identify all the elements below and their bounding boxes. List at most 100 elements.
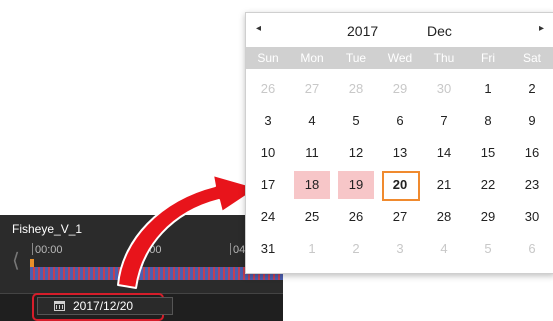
calendar-day-number: 2 [352, 241, 360, 256]
calendar-day[interactable]: 23 [510, 171, 553, 199]
chevron-left-icon[interactable]: ◂ [256, 23, 261, 34]
calendar-week-row: 31 1 2 3 4 5 6 [246, 233, 553, 265]
calendar-week-row: 17 18 19 20 21 22 23 [246, 169, 553, 201]
calendar-day[interactable]: 30 [422, 75, 466, 103]
calendar-day-recorded[interactable]: 18 [290, 171, 334, 199]
calendar-day[interactable]: 28 [334, 75, 378, 103]
calendar-header: ◂ 2017 Dec ▸ [246, 13, 553, 47]
calendar-day-number: 28 [436, 209, 452, 224]
calendar-day-number: 6 [528, 241, 536, 256]
calendar-day[interactable]: 27 [378, 203, 422, 231]
calendar-day[interactable]: 22 [466, 171, 510, 199]
calendar-day[interactable]: 29 [378, 75, 422, 103]
calendar-day-grid: 26 27 28 29 30 1 2 3 4 5 6 7 8 9 10 11 12 13 14 15 16 17 18 19 2… [246, 73, 553, 265]
calendar-day[interactable]: 25 [290, 203, 334, 231]
calendar-day[interactable]: 28 [422, 203, 466, 231]
calendar-day[interactable]: 9 [510, 107, 553, 135]
calendar-day[interactable]: 5 [334, 107, 378, 135]
weekday-label: Thu [433, 51, 455, 65]
weekday-label: Fri [481, 51, 495, 65]
calendar-day-recorded[interactable]: 19 [334, 171, 378, 199]
calendar-day[interactable]: 14 [422, 139, 466, 167]
time-label: 04 [233, 244, 246, 256]
calendar-day[interactable]: 6 [510, 235, 553, 263]
calendar-day[interactable]: 7 [422, 107, 466, 135]
calendar-day[interactable]: 1 [290, 235, 334, 263]
weekday-header: Sun Mon Tue Wed Thu Fri Sat [246, 47, 553, 69]
calendar-day-number: 1 [484, 81, 492, 96]
calendar-day[interactable]: 15 [466, 139, 510, 167]
calendar-day-number: 15 [480, 145, 496, 160]
calendar-day[interactable]: 26 [246, 75, 290, 103]
calendar-day-number: 20 [392, 177, 408, 192]
calendar-day-number: 18 [304, 177, 320, 192]
calendar-day-number: 22 [480, 177, 496, 192]
calendar-day[interactable]: 4 [422, 235, 466, 263]
calendar-day-number: 26 [348, 209, 364, 224]
calendar-day[interactable]: 13 [378, 139, 422, 167]
calendar-day[interactable]: 5 [466, 235, 510, 263]
time-label: 00:00 [35, 244, 63, 256]
calendar-day[interactable]: 29 [466, 203, 510, 231]
chevron-right-icon[interactable]: ▸ [539, 23, 544, 34]
calendar-day-number: 31 [260, 241, 276, 256]
timeline-cursor[interactable] [30, 259, 34, 267]
calendar-day-number: 29 [480, 209, 496, 224]
calendar-day-number: 7 [440, 113, 448, 128]
date-picker-input[interactable]: 2017/12/20 [37, 297, 173, 315]
calendar-day[interactable]: 3 [246, 107, 290, 135]
calendar-day[interactable]: 30 [510, 203, 553, 231]
calendar-day[interactable]: 27 [290, 75, 334, 103]
calendar-day-number: 27 [392, 209, 408, 224]
calendar-day[interactable]: 1 [466, 75, 510, 103]
year-label[interactable]: 2017 [347, 23, 378, 39]
calendar-day[interactable]: 21 [422, 171, 466, 199]
calendar-day[interactable]: 12 [334, 139, 378, 167]
weekday-label: Tue [345, 51, 367, 65]
calendar-week-row: 24 25 26 27 28 29 30 [246, 201, 553, 233]
calendar-day[interactable]: 10 [246, 139, 290, 167]
month-label[interactable]: Dec [427, 23, 452, 39]
calendar-day-number: 27 [304, 81, 320, 96]
calendar-day-number: 13 [392, 145, 408, 160]
calendar-day[interactable]: 11 [290, 139, 334, 167]
calendar-day[interactable]: 26 [334, 203, 378, 231]
calendar-day-number: 5 [484, 241, 492, 256]
calendar-day[interactable]: 16 [510, 139, 553, 167]
calendar-day-number: 19 [348, 177, 364, 192]
calendar-day[interactable]: 6 [378, 107, 422, 135]
calendar-day[interactable]: 24 [246, 203, 290, 231]
calendar-day[interactable]: 3 [378, 235, 422, 263]
calendar-day-number: 4 [308, 113, 316, 128]
calendar-day-number: 16 [524, 145, 540, 160]
calendar-day-number: 17 [260, 177, 276, 192]
calendar-day-number: 3 [264, 113, 272, 128]
date-field-highlight: 2017/12/20 [32, 293, 173, 321]
timeline-left-arrow-icon[interactable]: ⟨ [12, 251, 20, 271]
calendar-day[interactable]: 4 [290, 107, 334, 135]
calendar-day[interactable]: 2 [510, 75, 553, 103]
date-picker-popup: ◂ 2017 Dec ▸ Sun Mon Tue Wed Thu Fri Sat 26 27 2… [245, 12, 553, 274]
calendar-day[interactable]: 17 [246, 171, 290, 199]
calendar-icon [54, 301, 65, 311]
calendar-day-number: 12 [348, 145, 364, 160]
calendar-day-number: 29 [392, 81, 408, 96]
calendar-day[interactable]: 2 [334, 235, 378, 263]
weekday-label: Sat [522, 51, 541, 65]
channel-name: Fisheye_V_1 [12, 222, 83, 236]
calendar-day-number: 3 [396, 241, 404, 256]
calendar-day-number: 14 [436, 145, 452, 160]
calendar-day-number: 26 [260, 81, 276, 96]
calendar-day-selected[interactable]: 20 [378, 171, 422, 201]
calendar-day-number: 5 [352, 113, 360, 128]
calendar-day-number: 10 [260, 145, 276, 160]
calendar-day-number: 9 [528, 113, 536, 128]
calendar-day-number: 30 [524, 209, 540, 224]
calendar-day-number: 24 [260, 209, 276, 224]
calendar-day[interactable]: 31 [246, 235, 290, 263]
playback-panel: Fisheye_V_1 ⟨ 00:00 02:00 04 2017/12/20 [0, 215, 283, 321]
calendar-day-number: 25 [304, 209, 320, 224]
calendar-day-number: 8 [484, 113, 492, 128]
calendar-day-number: 2 [528, 81, 536, 96]
calendar-day[interactable]: 8 [466, 107, 510, 135]
